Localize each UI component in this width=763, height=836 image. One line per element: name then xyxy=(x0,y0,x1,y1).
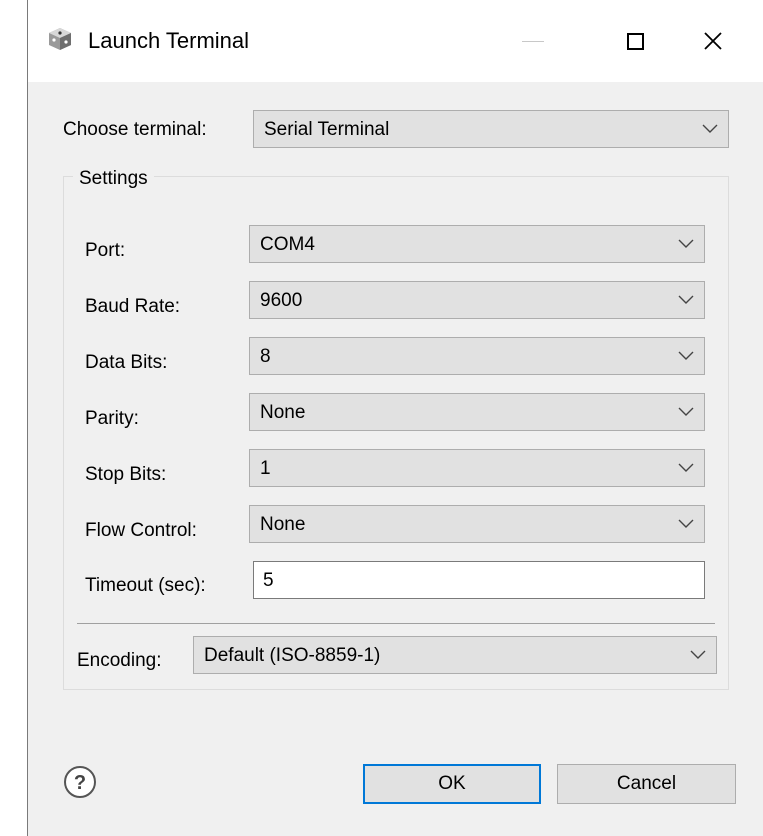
encoding-select[interactable]: Default (ISO-8859-1) xyxy=(193,636,717,674)
window-title: Launch Terminal xyxy=(88,28,250,53)
minimize-button[interactable] xyxy=(498,8,568,74)
flow-control-select[interactable]: None xyxy=(249,505,705,543)
port-label: Port: xyxy=(85,240,126,261)
chevron-down-icon xyxy=(678,351,694,360)
ok-button[interactable]: OK xyxy=(363,764,541,804)
choose-terminal-select[interactable]: Serial Terminal xyxy=(253,110,729,148)
stop-bits-value: 1 xyxy=(260,458,271,479)
stop-bits-label: Stop Bits: xyxy=(85,464,167,485)
launch-terminal-dialog: Launch Terminal Choose terminal: Serial … xyxy=(27,0,763,836)
timeout-input[interactable]: 5 xyxy=(253,561,705,599)
choose-terminal-value: Serial Terminal xyxy=(264,119,390,140)
flow-control-label: Flow Control: xyxy=(85,520,197,541)
flow-control-value: None xyxy=(260,514,306,535)
data-bits-value: 8 xyxy=(260,346,271,367)
chevron-down-icon xyxy=(678,519,694,528)
close-icon xyxy=(704,32,722,50)
baud-rate-value: 9600 xyxy=(260,290,303,311)
chevron-down-icon xyxy=(678,407,694,416)
encoding-label: Encoding: xyxy=(77,650,162,671)
parity-select[interactable]: None xyxy=(249,393,705,431)
timeout-label: Timeout (sec): xyxy=(85,575,206,596)
separator xyxy=(77,623,715,624)
baud-rate-select[interactable]: 9600 xyxy=(249,281,705,319)
minimize-icon xyxy=(522,40,544,42)
chevron-down-icon xyxy=(678,295,694,304)
data-bits-label: Data Bits: xyxy=(85,352,168,373)
parity-label: Parity: xyxy=(85,408,139,429)
data-bits-select[interactable]: 8 xyxy=(249,337,705,375)
close-button[interactable] xyxy=(678,8,748,74)
chevron-down-icon xyxy=(690,650,706,659)
cancel-button[interactable]: Cancel xyxy=(557,764,736,804)
launch-terminal-icon xyxy=(49,28,71,50)
svg-text:?: ? xyxy=(74,772,86,794)
choose-terminal-label: Choose terminal: xyxy=(63,119,207,140)
settings-group-title: Settings xyxy=(73,168,154,190)
port-select[interactable]: COM4 xyxy=(249,225,705,263)
timeout-value: 5 xyxy=(263,570,274,591)
maximize-button[interactable] xyxy=(600,8,670,74)
stop-bits-select[interactable]: 1 xyxy=(249,449,705,487)
maximize-icon xyxy=(626,32,644,50)
chevron-down-icon xyxy=(678,239,694,248)
encoding-value: Default (ISO-8859-1) xyxy=(204,645,381,666)
chevron-down-icon xyxy=(702,124,718,133)
baud-rate-label: Baud Rate: xyxy=(85,296,181,317)
parity-value: None xyxy=(260,402,306,423)
port-value: COM4 xyxy=(260,234,315,255)
title-bar[interactable]: Launch Terminal xyxy=(28,0,763,82)
help-icon[interactable]: ? xyxy=(63,765,97,799)
chevron-down-icon xyxy=(678,463,694,472)
